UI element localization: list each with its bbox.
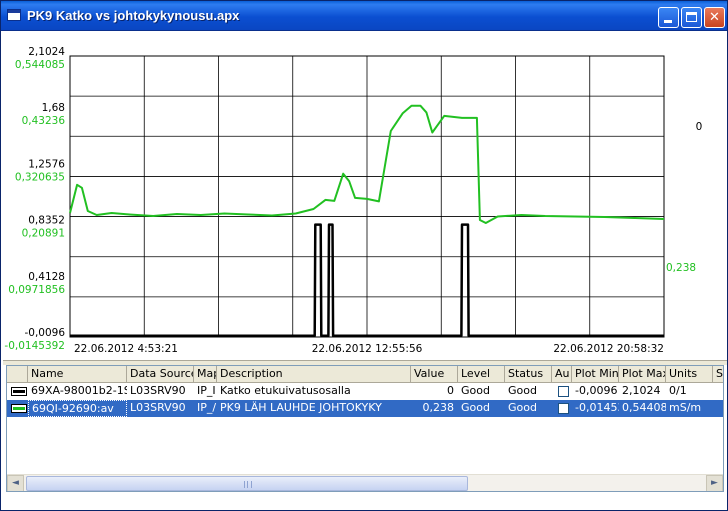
row-description: Katko etukuivatusosalla <box>220 384 351 397</box>
row-status: Good <box>508 384 537 397</box>
y-tick-label-black: -0,0096 <box>24 327 65 339</box>
y-tick-label-green: 0,544085 <box>15 59 65 71</box>
column-header-map[interactable]: Map <box>194 366 217 383</box>
close-icon: ✕ <box>709 10 720 25</box>
table-header: Name Data Source Map Description Value L… <box>7 366 723 383</box>
row-plot-max: 0,54408· <box>622 401 666 414</box>
x-tick-label: 22.06.2012 20:58:32 <box>553 343 664 355</box>
y-tick-label-black: 1,68 <box>42 102 65 114</box>
column-header-s[interactable]: S <box>713 366 723 383</box>
maximize-icon <box>686 12 697 22</box>
y-tick-label-green: 0,43236 <box>22 115 66 127</box>
column-header-level[interactable]: Level <box>458 366 505 383</box>
row-level: Good <box>461 401 490 414</box>
minimize-icon <box>664 20 672 23</box>
row-value: 0 <box>447 384 454 397</box>
column-header-plot-max[interactable]: Plot Max <box>619 366 666 383</box>
x-tick-label: 22.06.2012 12:55:56 <box>312 343 423 355</box>
arrow-left-icon: ◄ <box>12 478 19 488</box>
close-button[interactable]: ✕ <box>704 7 725 28</box>
row-name: 69XA-98001b2-1S <box>31 384 127 397</box>
row-description: PK9 LÄH LAUHDE JOHTOKYKY <box>220 401 382 414</box>
trend-chart[interactable]: 2,1024 0,544085 1,68 0,43236 1,2576 0,320635 0… <box>3 33 727 359</box>
scroll-right-button[interactable]: ► <box>706 475 723 491</box>
table-row[interactable]: 69XA-98001b2-1S L03SRV90 IP_I Katko etuk… <box>7 383 723 400</box>
column-header-description[interactable]: Description <box>217 366 411 383</box>
maximize-button[interactable] <box>681 7 702 28</box>
window-title: PK9 Katko vs johtokykynousu.apx <box>27 8 240 23</box>
y-tick-label-green: 0,0971856 <box>8 284 65 296</box>
row-plot-max: 2,1024 <box>622 384 661 397</box>
window-icon <box>7 9 21 21</box>
column-header-name[interactable]: Name <box>28 366 127 383</box>
row-map: IP_I <box>197 384 216 397</box>
horizontal-scrollbar[interactable]: ◄ ► <box>7 474 723 491</box>
column-header-value[interactable]: Value <box>411 366 458 383</box>
column-header-auto[interactable]: Au <box>552 366 572 383</box>
row-map: IP_/ <box>197 401 217 414</box>
column-header-status[interactable]: Status <box>505 366 552 383</box>
series-color-swatch <box>11 404 27 413</box>
row-data-source: L03SRV90 <box>130 401 186 414</box>
row-name: 69QI-92690:av <box>28 400 127 417</box>
minimize-button[interactable] <box>658 7 679 28</box>
row-status: Good <box>508 401 537 414</box>
scrollbar-thumb[interactable] <box>26 476 468 491</box>
y-tick-label-green: 0,320635 <box>15 171 65 183</box>
y-tick-label-black: 2,1024 <box>28 46 65 58</box>
auto-checkbox[interactable] <box>558 386 569 397</box>
title-bar[interactable]: PK9 Katko vs johtokykynousu.apx ✕ <box>1 1 727 31</box>
table-row-selected[interactable]: 69QI-92690:av L03SRV90 IP_/ PK9 LÄH LAUH… <box>7 400 723 417</box>
row-units: mS/m <box>669 401 702 414</box>
current-value-green: 0,238 <box>666 262 696 274</box>
current-value-black: 0 <box>696 121 703 133</box>
x-tick-label: 22.06.2012 4:53:21 <box>74 343 178 355</box>
chart-svg: 2,10240,544085 1,680,43236 1,25760,320635 0… <box>4 46 703 355</box>
row-value: 0,238 <box>422 401 455 414</box>
y-tick-label-green: 0,20891 <box>22 228 65 240</box>
column-header-data-source[interactable]: Data Source <box>127 366 194 383</box>
column-header-color[interactable] <box>7 366 28 383</box>
row-level: Good <box>461 384 490 397</box>
column-header-units[interactable]: Units <box>666 366 713 383</box>
grip-icon <box>244 481 252 488</box>
app-window: PK9 Katko vs johtokykynousu.apx ✕ 2,1024… <box>0 0 728 511</box>
column-header-plot-min[interactable]: Plot Min <box>572 366 619 383</box>
y-tick-label-black: 0,4128 <box>28 271 65 283</box>
y-tick-label-green: -0,0145392 <box>4 340 65 352</box>
row-plot-min: -0,01453 <box>575 401 619 414</box>
row-data-source: L03SRV90 <box>130 384 186 397</box>
scroll-left-button[interactable]: ◄ <box>7 475 24 491</box>
y-tick-label-black: 0,8352 <box>28 215 65 227</box>
y-tick-label-black: 1,2576 <box>28 158 65 170</box>
row-plot-min: -0,0096 <box>575 384 618 397</box>
arrow-right-icon: ► <box>711 478 718 488</box>
row-units: 0/1 <box>669 384 687 397</box>
auto-checkbox[interactable] <box>558 403 569 414</box>
tag-table: Name Data Source Map Description Value L… <box>6 365 724 492</box>
series-color-swatch <box>11 387 27 396</box>
